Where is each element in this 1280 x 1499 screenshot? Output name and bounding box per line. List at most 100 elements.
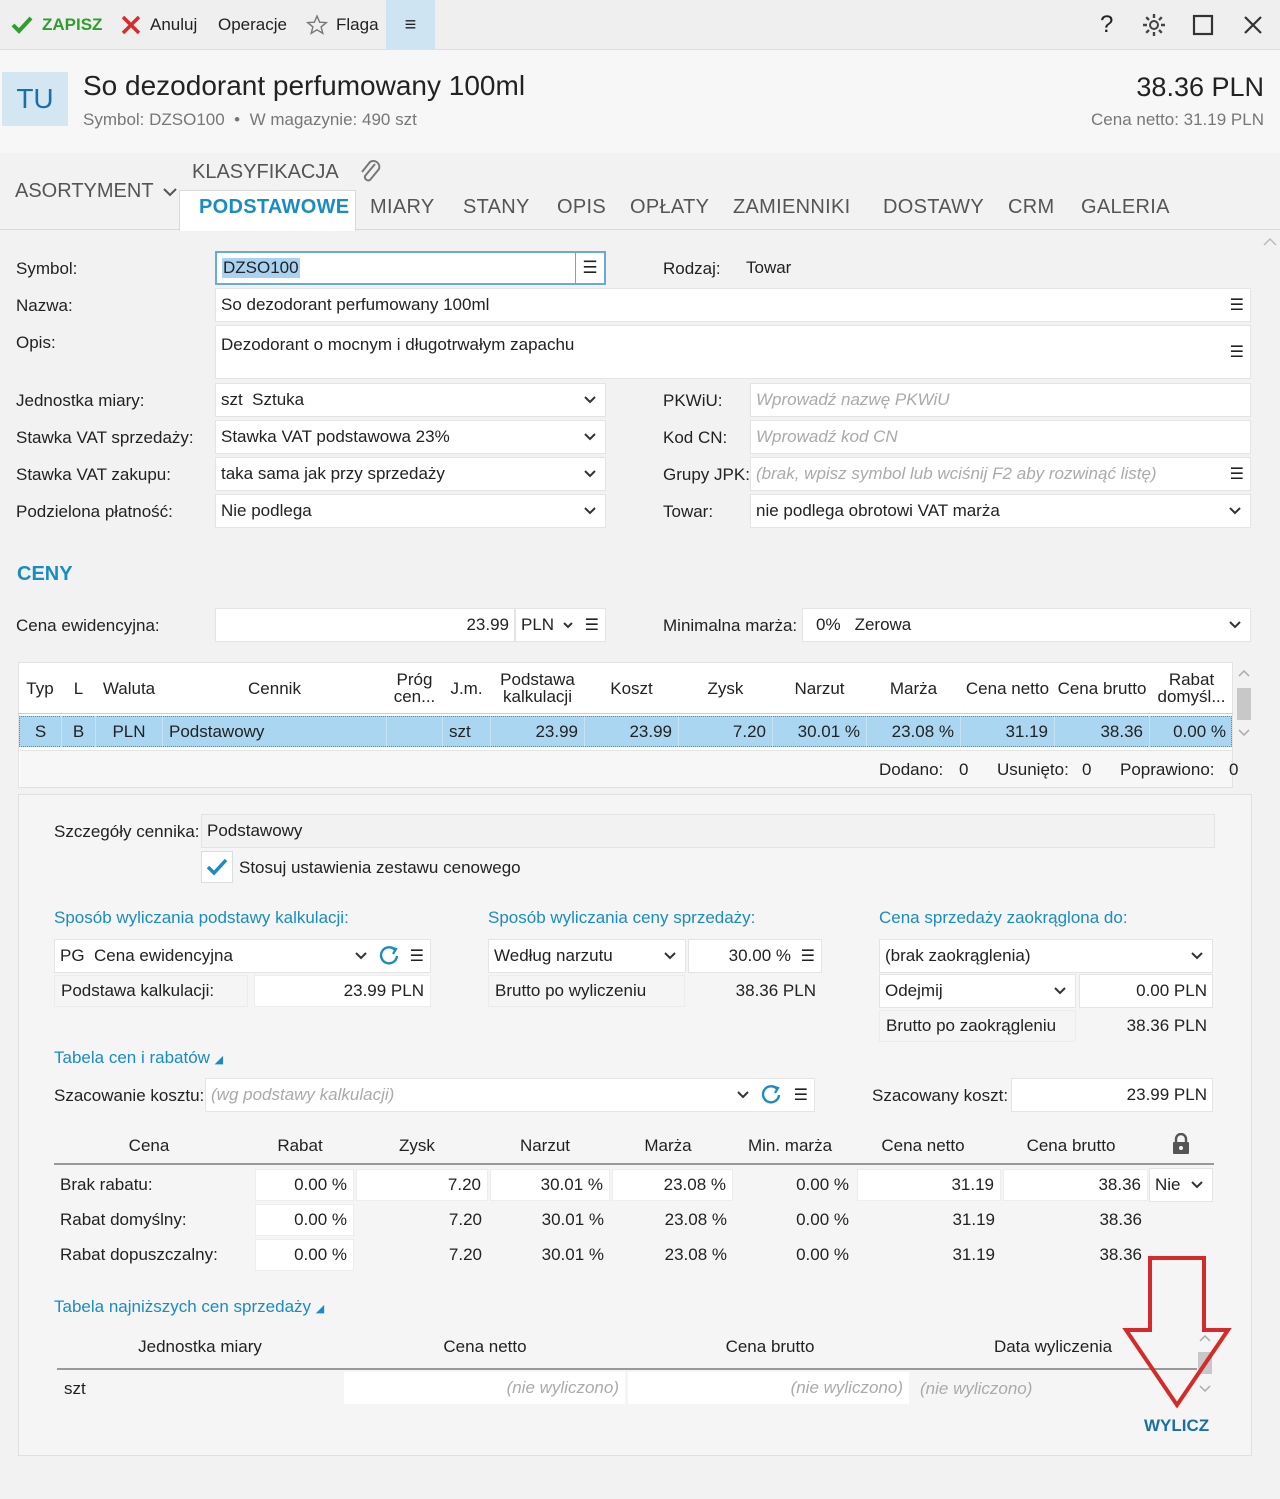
rabaty-row1-brutto[interactable]: 38.36 — [1003, 1169, 1148, 1201]
symbol-input[interactable]: DZSO100 ☰ — [215, 251, 606, 285]
vat-sprz-label: Stawka VAT sprzedaży: — [16, 428, 194, 447]
tab-oplaty[interactable]: OPŁATY — [630, 196, 709, 219]
sprz-select[interactable]: Według narzutu — [488, 939, 686, 973]
split-select[interactable]: Nie podlega — [215, 494, 606, 528]
tab-stany[interactable]: STANY — [463, 196, 530, 219]
save-button[interactable]: ZAPISZ — [10, 0, 102, 50]
col-podstawa[interactable]: Podstawa kalkulacji — [491, 664, 584, 712]
scroll-down-icon[interactable] — [1237, 728, 1251, 738]
split-value: Nie podlega — [221, 501, 312, 520]
tab-zamienniki[interactable]: ZAMIENNIKI — [733, 196, 850, 219]
jm-select[interactable]: szt Sztuka — [215, 383, 606, 417]
flag-button[interactable]: Flaga — [306, 0, 379, 50]
rabaty-section-toggle[interactable]: Tabela cen i rabatów ◢ — [54, 1048, 223, 1068]
sprz-menu-icon[interactable]: ☰ — [801, 946, 815, 966]
cena-ew-input[interactable]: 23.99 — [215, 608, 515, 642]
paperclip-icon[interactable] — [358, 158, 384, 186]
sprz-pct-input[interactable]: 30.00 % ☰ — [688, 939, 822, 973]
settings-gear-icon[interactable] — [1142, 0, 1174, 50]
rabaty-row3-narzut: 30.01 % — [490, 1239, 610, 1271]
refresh-icon[interactable] — [760, 1084, 782, 1106]
cell-podstawa: 23.99 — [491, 716, 585, 747]
tab-opis[interactable]: OPIS — [557, 196, 606, 219]
tab-asortyment[interactable]: ASORTYMENT — [15, 180, 178, 203]
zaokr-select[interactable]: (brak zaokrąglenia) — [879, 939, 1213, 973]
col-marza[interactable]: Marża — [867, 664, 960, 712]
table-scroll-thumb[interactable] — [1237, 688, 1251, 720]
rabaty-row2-rabat[interactable]: 0.00 % — [255, 1204, 354, 1236]
tab-dostawy[interactable]: DOSTAWY — [883, 196, 984, 219]
cell-koszt: 23.99 — [585, 716, 679, 747]
operations-menu[interactable]: Operacje — [218, 0, 287, 50]
szac-select[interactable]: (wg podstawy kalkulacji) ☰ — [205, 1078, 815, 1112]
rabaty-col-cena: Cena — [128, 1136, 170, 1155]
wylicz-button[interactable]: WYLICZ — [1144, 1416, 1209, 1436]
nazwa-menu-icon[interactable]: ☰ — [1230, 295, 1244, 315]
rabaty-row1-marza[interactable]: 23.08 % — [612, 1169, 733, 1201]
rabaty-lock-select[interactable]: Nie — [1149, 1168, 1213, 1202]
odejmij-amount-input[interactable]: 0.00 PLN — [1079, 974, 1213, 1008]
zestaw-checkbox[interactable] — [201, 851, 233, 883]
jpk-menu-icon[interactable]: ☰ — [1225, 464, 1244, 484]
col-zysk[interactable]: Zysk — [679, 664, 772, 712]
vat-zak-select[interactable]: taka sama jak przy sprzedaży — [215, 457, 606, 491]
col-l[interactable]: L — [62, 664, 95, 712]
kalk-select[interactable]: PG Cena ewidencyjna ☰ — [54, 939, 431, 973]
rabaty-row3-rabat[interactable]: 0.00 % — [255, 1239, 354, 1271]
scroll-up-icon[interactable] — [1262, 236, 1278, 248]
vat-sprz-select[interactable]: Stawka VAT podstawowa 23% — [215, 420, 606, 454]
tab-galeria[interactable]: GALERIA — [1081, 196, 1170, 219]
rabaty-row1-netto[interactable]: 31.19 — [857, 1169, 1001, 1201]
cancel-button[interactable]: Anuluj — [120, 0, 197, 50]
jpk-label: Grupy JPK: — [663, 465, 750, 484]
col-narzut[interactable]: Narzut — [773, 664, 866, 712]
tab-podstawowe[interactable]: PODSTAWOWE — [199, 196, 349, 219]
hamburger-menu-icon[interactable]: ≡ — [386, 0, 435, 50]
col-jm[interactable]: J.m. — [443, 664, 490, 712]
col-cena-netto[interactable]: Cena netto — [961, 664, 1054, 712]
scroll-up-icon[interactable] — [1237, 668, 1251, 678]
szac-koszt-input[interactable]: 23.99 PLN — [1011, 1078, 1213, 1112]
rabaty-row1-zysk[interactable]: 7.20 — [356, 1169, 488, 1201]
min-marza-select[interactable]: 0% Zerowa — [802, 608, 1251, 642]
col-cennik[interactable]: Cennik — [163, 664, 386, 712]
chevron-down-icon — [1191, 952, 1203, 960]
col-cena-brutto[interactable]: Cena brutto — [1055, 664, 1149, 712]
szac-menu-icon[interactable]: ☰ — [794, 1085, 808, 1105]
pkwiu-input[interactable]: Wprowadź nazwę PKWiU — [750, 383, 1251, 417]
odejmij-select[interactable]: Odejmij — [879, 974, 1076, 1008]
currency-select[interactable]: PLN ☰ — [515, 608, 606, 642]
cn-input[interactable]: Wprowadź kod CN — [750, 420, 1251, 454]
tab-miary[interactable]: MIARY — [370, 196, 434, 219]
symbol-value: DZSO100 — [222, 258, 300, 278]
usunieto-label: Usunięto: — [997, 760, 1069, 779]
col-typ[interactable]: Typ — [20, 664, 60, 712]
rabaty-row1-narzut[interactable]: 30.01 % — [490, 1169, 610, 1201]
lowest-section-toggle[interactable]: Tabela najniższych cen sprzedaży ◢ — [54, 1297, 324, 1317]
col-koszt[interactable]: Koszt — [585, 664, 678, 712]
col-waluta[interactable]: Waluta — [96, 664, 162, 712]
tab-crm[interactable]: CRM — [1008, 196, 1054, 219]
col-prog[interactable]: Próg cen... — [387, 664, 442, 712]
rodzaj-label: Rodzaj: — [663, 259, 721, 278]
cena-ew-value: 23.99 — [466, 615, 509, 634]
jpk-input[interactable]: (brak, wpisz symbol lub wciśnij F2 aby r… — [750, 457, 1251, 491]
col-rabat[interactable]: Rabat domyśl... — [1150, 664, 1233, 712]
refresh-icon[interactable] — [378, 945, 400, 967]
kalk-menu-icon[interactable]: ☰ — [410, 946, 424, 966]
opis-menu-icon[interactable]: ☰ — [1230, 342, 1244, 362]
zaokr-value: 38.36 PLN — [1079, 1010, 1213, 1042]
window-close-icon[interactable] — [1243, 0, 1271, 50]
tab-klasyfikacja[interactable]: KLASYFIKACJA — [192, 161, 339, 184]
nazwa-input[interactable]: So dezodorant perfumowany 100ml ☰ — [215, 288, 1251, 322]
symbol-menu-icon[interactable]: ☰ — [575, 253, 604, 283]
maximize-icon[interactable] — [1192, 0, 1222, 50]
towar-select[interactable]: nie podlega obrotowi VAT marża — [750, 494, 1251, 528]
help-icon[interactable]: ? — [1100, 0, 1113, 50]
pkwiu-label: PKWiU: — [663, 391, 723, 410]
rabaty-row1-rabat[interactable]: 0.00 % — [255, 1169, 354, 1201]
opis-input[interactable]: Dezodorant o mocnym i długotrwałym zapac… — [215, 325, 1251, 379]
currency-menu-icon[interactable]: ☰ — [585, 615, 599, 635]
chevron-down-icon — [563, 621, 573, 628]
lowest-row-jm: szt — [64, 1379, 86, 1398]
